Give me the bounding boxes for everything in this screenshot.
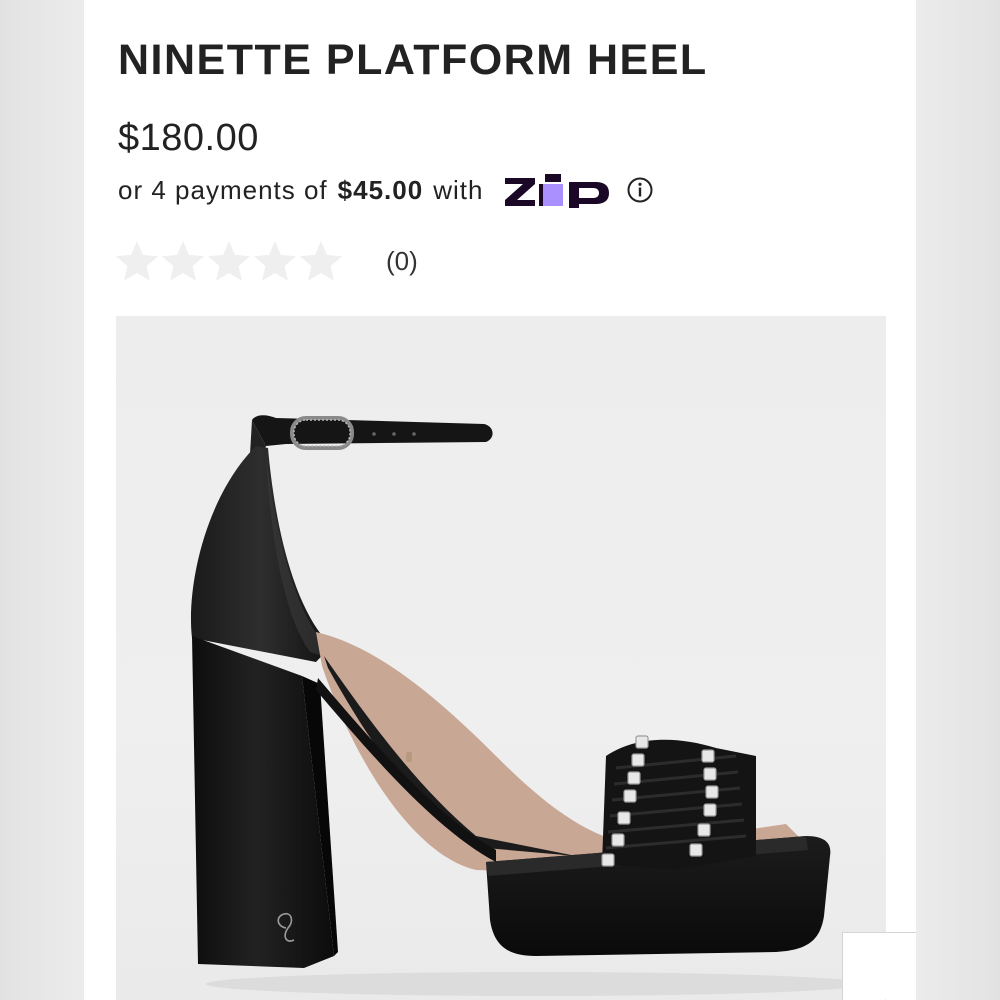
star-icon[interactable] [114,238,160,284]
installment-amount: $45.00 [337,174,424,205]
page-background-right [916,0,1000,1000]
feedback-tab[interactable]: ack [842,932,916,1000]
page-background-left [0,0,84,1000]
product-image[interactable] [116,316,886,1000]
star-rating[interactable] [114,238,344,284]
info-circle-icon[interactable] [627,177,653,203]
product-card: NINETTE PLATFORM HEEL $180.00 or 4 payme… [84,0,916,1000]
star-icon[interactable] [206,238,252,284]
star-icon[interactable] [160,238,206,284]
installment-prefix: or 4 payments of [118,174,328,205]
installment-suffix: with [433,174,484,205]
product-price: $180.00 [118,117,259,159]
star-icon[interactable] [252,238,298,284]
rating-row: (0) [114,238,418,284]
installment-info: or 4 payments of $45.00 with [118,172,653,208]
review-count[interactable]: (0) [386,246,418,277]
platform-sandal-image [190,415,866,996]
star-icon[interactable] [298,238,344,284]
product-title: NINETTE PLATFORM HEEL [118,36,708,84]
zip-logo-icon [505,174,610,208]
